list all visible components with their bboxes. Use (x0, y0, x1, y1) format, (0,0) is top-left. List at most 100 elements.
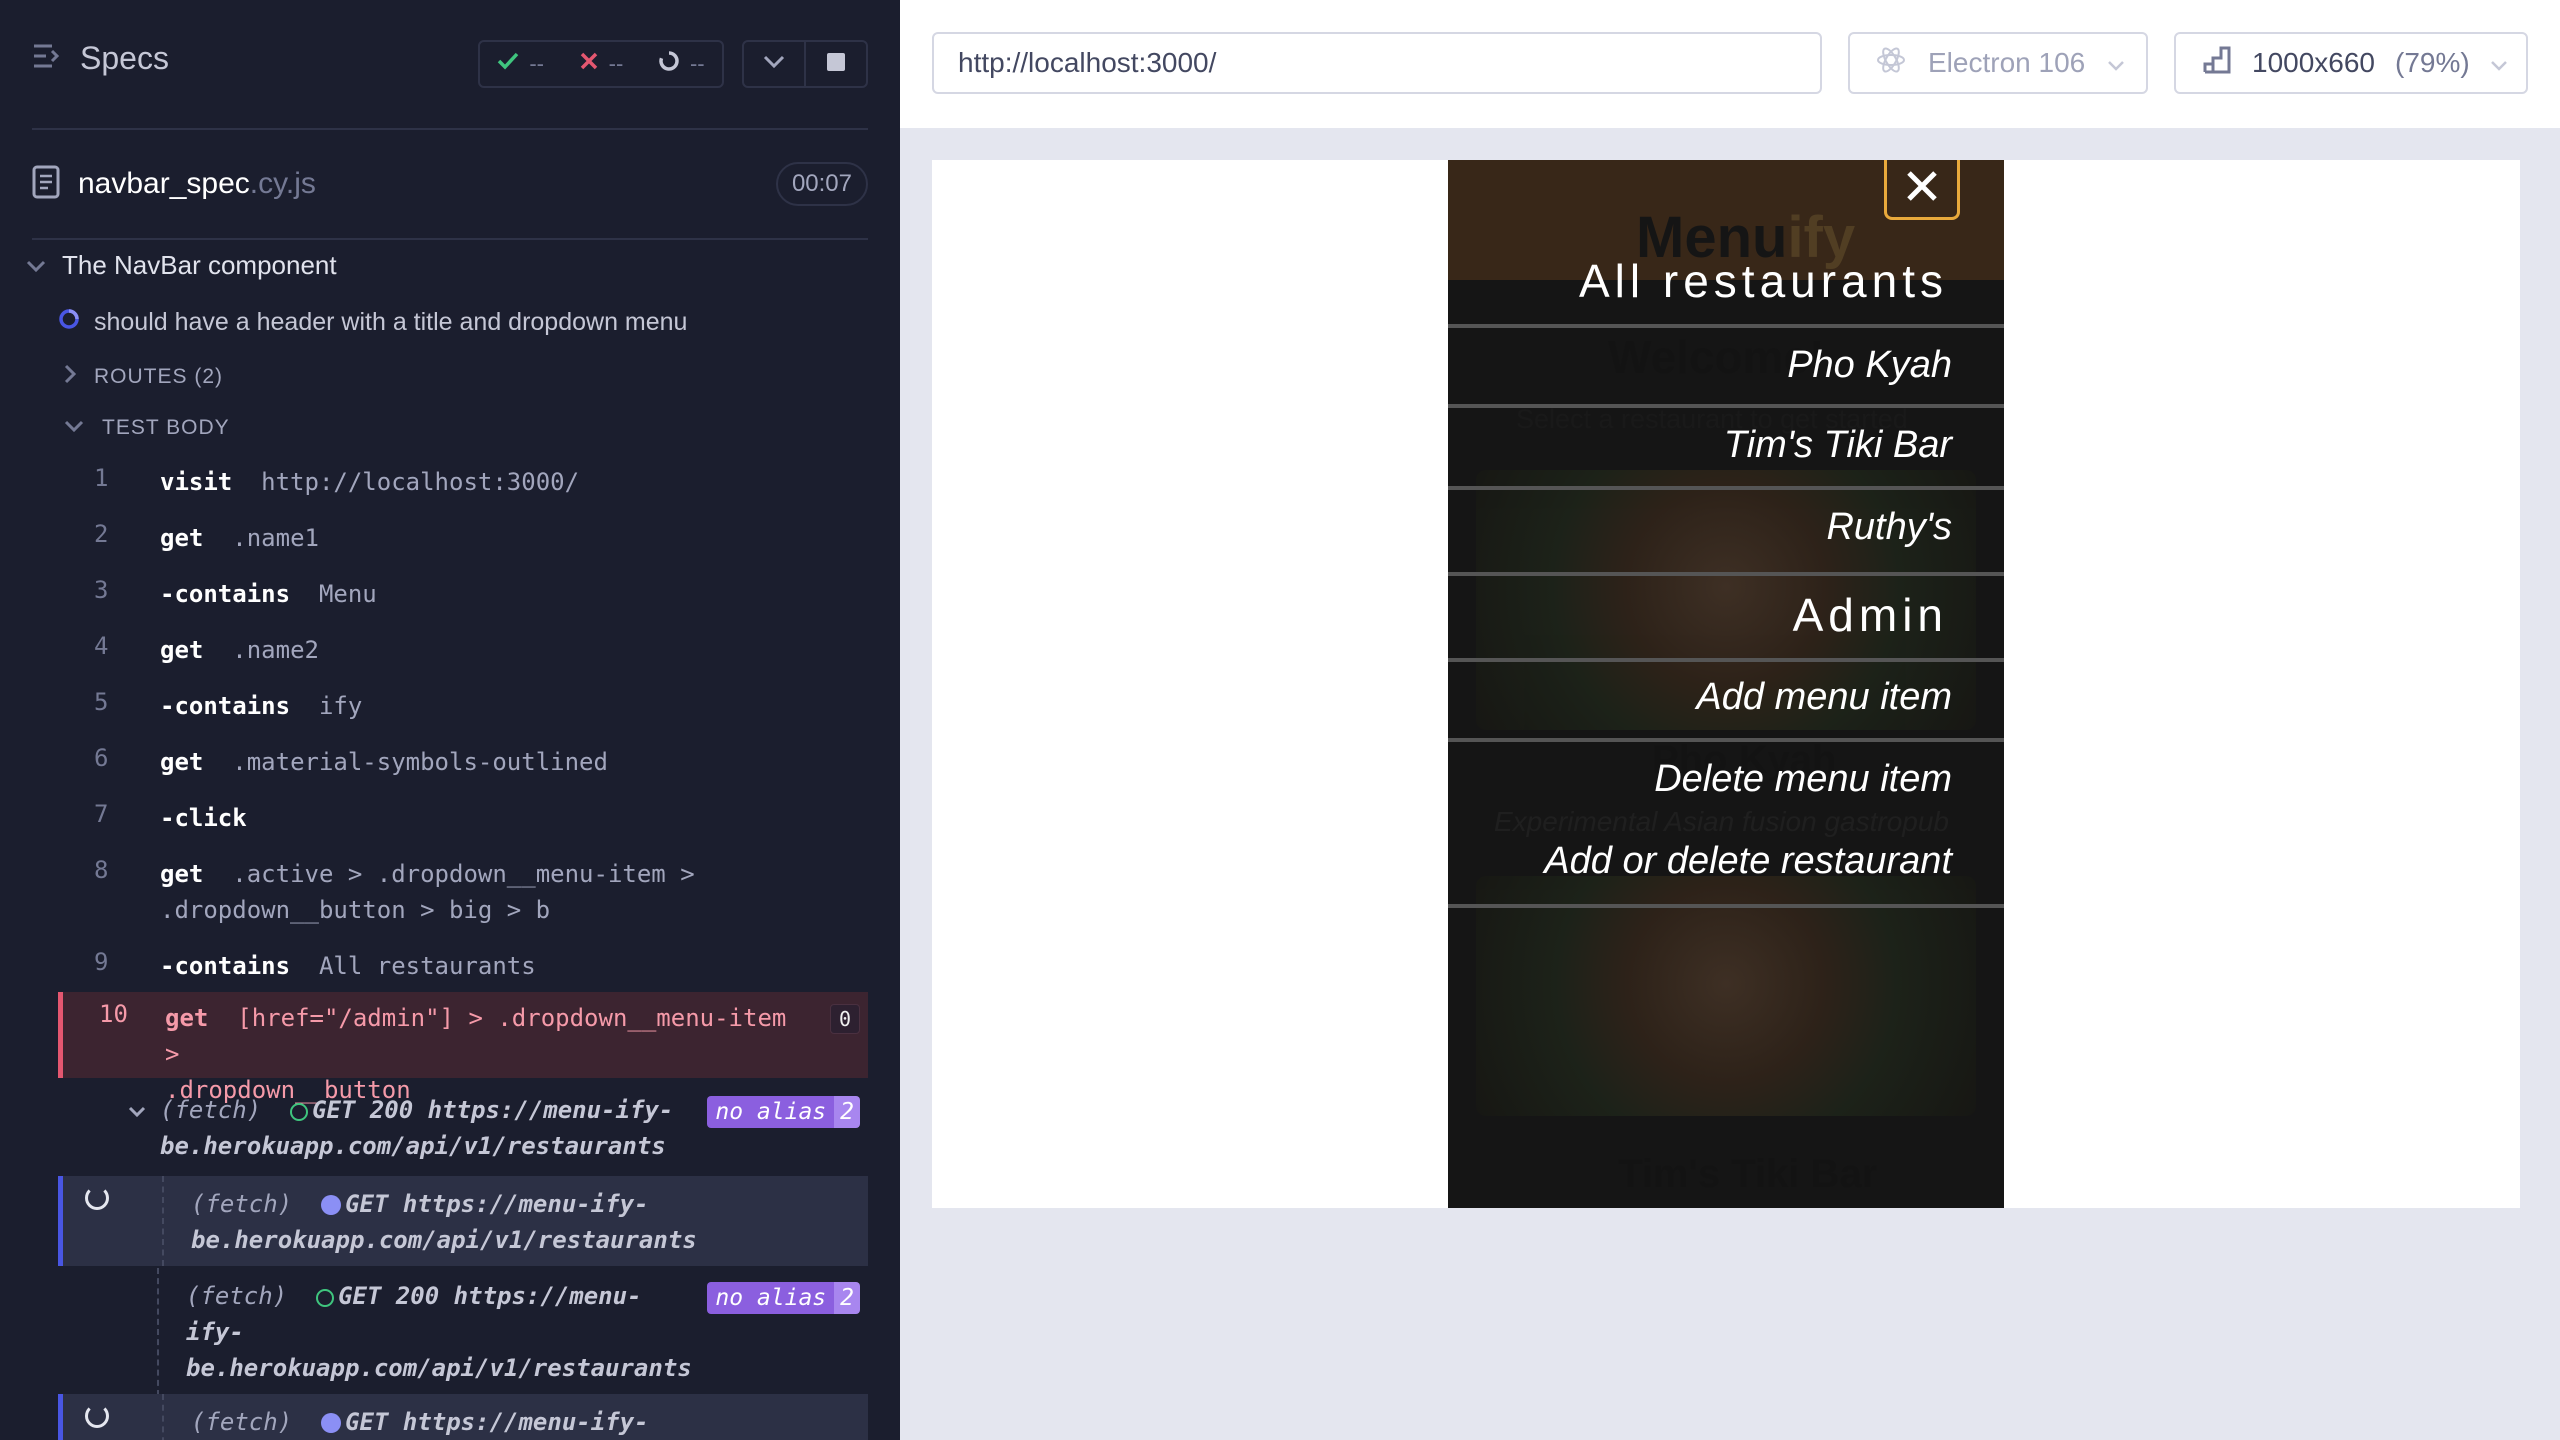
command-row-failed[interactable]: 10 get [href="/admin"] > .dropdown__menu… (58, 992, 868, 1104)
status-dot-icon (321, 1413, 342, 1433)
command-name: -contains (160, 952, 291, 980)
specs-toggle[interactable]: Specs (32, 40, 169, 77)
command-row[interactable]: 2 get .name1 (58, 514, 868, 562)
command-value: .dropdown__button > big > b (160, 896, 551, 924)
fetch-label: (fetch) (191, 1190, 293, 1218)
command-row[interactable]: 1 visit http://localhost:3000/ (58, 458, 868, 506)
command-value: All restaurants (318, 952, 536, 980)
failed-count: -- (608, 51, 624, 76)
menu-heading-restaurants[interactable]: All restaurants (1579, 254, 1948, 308)
fetch-url: be.herokuapp.com/api/v1/restaurants (191, 1226, 697, 1254)
fetch-label: (fetch) (191, 1408, 293, 1436)
chevron-down-icon (26, 250, 46, 281)
viewport-size: 1000x660 (2252, 47, 2376, 78)
alias-badge: no alias 2 (707, 1282, 860, 1314)
alias-badge: no alias 2 (707, 1096, 860, 1128)
tree-line (162, 1394, 164, 1440)
reporter-panel: Specs -- -- -- navbar_spec .cy.js 00:07 … (0, 0, 900, 1440)
spec-file-header[interactable]: navbar_spec .cy.js 00:07 (32, 160, 868, 208)
viewport-icon (2202, 45, 2232, 82)
close-icon (1904, 168, 1940, 209)
test-row[interactable]: should have a header with a title and dr… (58, 308, 687, 337)
spec-duration: 00:07 (775, 162, 868, 206)
menu-item-restaurant[interactable]: Tim's Tiki Bar (1724, 424, 1952, 467)
stop-icon (826, 52, 846, 77)
command-name: -contains (160, 580, 291, 608)
command-name: -click (160, 804, 247, 832)
command-row[interactable]: 3 -contains Menu (58, 570, 868, 618)
app-frame: Menuify Welcome! Select a restaurant to … (1448, 160, 2004, 1208)
browser-selector[interactable]: Electron 106 (1848, 32, 2148, 94)
command-row[interactable]: 9 -contains All restaurants (58, 942, 868, 990)
alias-count: 2 (834, 1282, 860, 1314)
command-row[interactable]: 5 -contains ify (58, 682, 868, 730)
viewport-selector[interactable]: 1000x660 (79%) (2174, 32, 2528, 94)
running-spinner-icon (58, 308, 80, 337)
reporter-header: Specs -- -- -- (0, 0, 900, 130)
alias-count: 2 (834, 1096, 860, 1128)
dropdown-menu: All restaurants Pho Kyah Tim's Tiki Bar … (1448, 160, 2004, 1208)
test-body-toggle[interactable]: TEST BODY (64, 416, 230, 440)
menu-item-restaurant[interactable]: Pho Kyah (1787, 344, 1952, 387)
command-number: 10 (99, 1000, 128, 1028)
alias-label: no alias (707, 1096, 835, 1128)
command-number: 7 (94, 800, 109, 828)
command-number: 1 (94, 464, 109, 492)
command-name: visit (160, 468, 233, 496)
command-number: 8 (94, 856, 109, 884)
url-bar[interactable]: http://localhost:3000/ (932, 32, 1822, 94)
auto-scroll-button[interactable] (744, 42, 806, 86)
chevron-down-icon (763, 55, 785, 74)
fetch-row[interactable]: (fetch) GET 200 https://menu-ify-be.hero… (58, 1084, 868, 1174)
stat-passed: -- (497, 51, 544, 77)
routes-toggle[interactable]: ROUTES (2) (64, 364, 223, 390)
aut-viewport: Menuify Welcome! Select a restaurant to … (932, 160, 2520, 1208)
menu-divider (1448, 404, 2004, 408)
menu-item-add-delete-restaurant[interactable]: Add or delete restaurant (1544, 840, 1952, 883)
menu-divider (1448, 738, 2004, 742)
menu-divider (1448, 572, 2004, 576)
command-row[interactable]: 8 get .active > .dropdown__menu-item > .d… (58, 850, 868, 936)
command-name: get (160, 748, 204, 776)
divider (32, 238, 868, 240)
chevron-down-icon (128, 1096, 146, 1124)
menu-heading-admin[interactable]: Admin (1793, 588, 1948, 642)
aut-panel: http://localhost:3000/ Electron 106 1000… (900, 0, 2560, 1440)
command-number: 3 (94, 576, 109, 604)
command-name: get (160, 860, 204, 888)
suite-title: The NavBar component (62, 250, 337, 280)
command-value: http://localhost:3000/ (261, 468, 580, 496)
passed-count: -- (529, 51, 544, 76)
fetch-row-pending[interactable]: (fetch) GET https://menu-ify- (58, 1394, 868, 1440)
stat-failed: -- (579, 51, 624, 77)
command-name: -contains (160, 692, 291, 720)
chevron-down-icon (64, 416, 84, 440)
command-name: get (165, 1004, 209, 1032)
chevron-right-icon (64, 364, 77, 390)
command-row[interactable]: 7 -click (58, 794, 868, 842)
close-menu-button[interactable] (1884, 160, 1960, 220)
menu-item-restaurant[interactable]: Ruthy's (1826, 506, 1952, 549)
command-number: 2 (94, 520, 109, 548)
menu-item-add-menu-item[interactable]: Add menu item (1696, 676, 1952, 719)
spec-name: navbar_spec (78, 167, 250, 200)
loading-spinner-icon (85, 1186, 109, 1210)
pending-count: -- (689, 51, 705, 76)
suite-row[interactable]: The NavBar component (26, 250, 337, 281)
stop-button[interactable] (806, 42, 866, 86)
command-name: get (160, 524, 204, 552)
command-row[interactable]: 6 get .material-symbols-outlined (58, 738, 868, 786)
command-row[interactable]: 4 get .name2 (58, 626, 868, 674)
status-dot-icon (290, 1103, 309, 1121)
menu-item-delete-menu-item[interactable]: Delete menu item (1654, 758, 1952, 801)
fetch-label: (fetch) (186, 1282, 288, 1310)
spec-ext: .cy.js (249, 167, 316, 200)
test-body-label: TEST BODY (102, 416, 230, 439)
divider (32, 128, 868, 130)
fetch-row-pending[interactable]: (fetch) GET https://menu-ify-be.herokuap… (58, 1176, 868, 1266)
fetch-row[interactable]: (fetch) GET 200 https://menu-ify-be.hero… (58, 1268, 868, 1396)
run-controls (742, 40, 868, 88)
viewport-zoom: (79%) (2395, 47, 2470, 78)
stats-box: -- -- -- (478, 40, 724, 88)
fetch-method: GET 200 (338, 1282, 440, 1310)
